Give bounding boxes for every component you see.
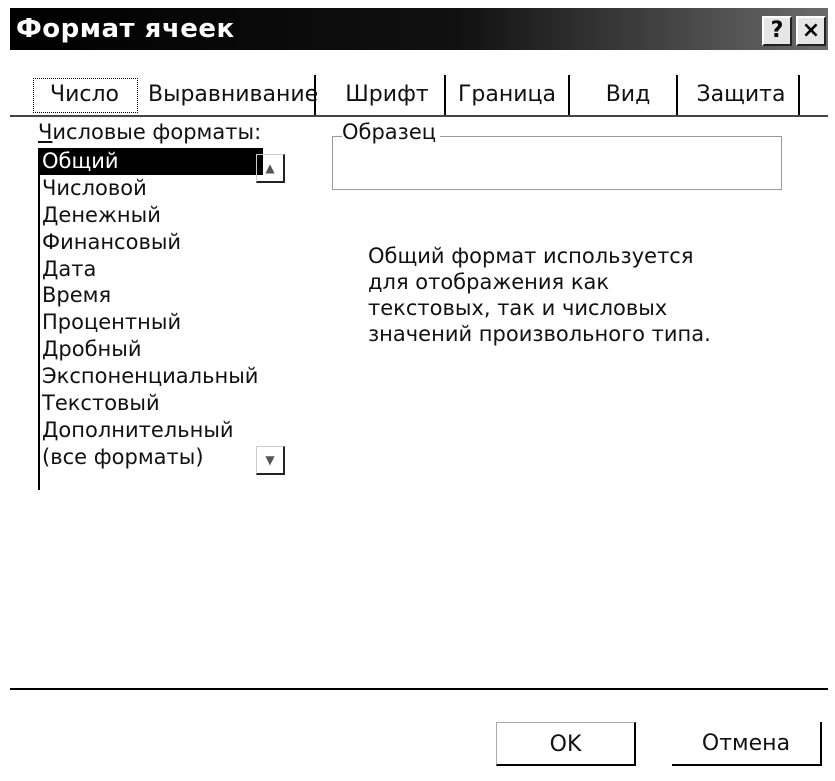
sample-box (332, 136, 782, 190)
list-item[interactable]: Числовой (38, 175, 263, 202)
ok-button[interactable]: OK (496, 722, 636, 766)
list-item[interactable]: Финансовый (38, 229, 263, 256)
list-item[interactable]: Экспоненциальный (38, 363, 263, 390)
formats-label: Числовые форматы: (38, 120, 261, 144)
title-bar: Формат ячеек ? × (10, 8, 828, 50)
formats-listbox[interactable]: Общий Числовой Денежный Финансовый Дата … (38, 148, 288, 490)
scroll-down-button[interactable]: ▼ (256, 446, 285, 475)
formats-label-text: исловые форматы: (52, 120, 262, 144)
list-item[interactable]: Текстовый (38, 390, 263, 417)
tab-protection[interactable]: Защита (684, 75, 800, 115)
window-title: Формат ячеек (16, 14, 235, 44)
triangle-down-icon: ▼ (265, 453, 275, 467)
scroll-up-button[interactable]: ▲ (256, 154, 285, 183)
cancel-button[interactable]: Отмена (672, 722, 822, 766)
list-item[interactable]: Общий (38, 148, 263, 175)
tab-alignment[interactable]: Выравнивание (148, 75, 318, 115)
list-item[interactable]: (все форматы) (38, 444, 263, 471)
tab-view[interactable]: Вид (580, 75, 678, 115)
tabs-divider (10, 115, 828, 117)
list-item[interactable]: Денежный (38, 202, 263, 229)
tab-border[interactable]: Граница (446, 75, 570, 115)
list-item[interactable]: Дополнительный (38, 417, 263, 444)
help-button[interactable]: ? (762, 16, 792, 46)
list-item[interactable]: Дробный (38, 336, 263, 363)
list-item[interactable]: Время (38, 282, 263, 309)
sample-label: Образец (342, 120, 441, 144)
tab-number[interactable]: Число (33, 75, 136, 115)
bottom-divider (10, 688, 828, 690)
tab-font[interactable]: Шрифт (330, 75, 446, 115)
formats-label-accesskey: Ч (38, 120, 53, 144)
format-description: Общий формат используется для отображени… (368, 244, 711, 346)
list-item[interactable]: Процентный (38, 309, 263, 336)
list-item[interactable]: Дата (38, 256, 263, 283)
triangle-up-icon: ▲ (265, 161, 275, 175)
close-button[interactable]: × (796, 16, 826, 46)
formats-list: Общий Числовой Денежный Финансовый Дата … (38, 148, 263, 471)
